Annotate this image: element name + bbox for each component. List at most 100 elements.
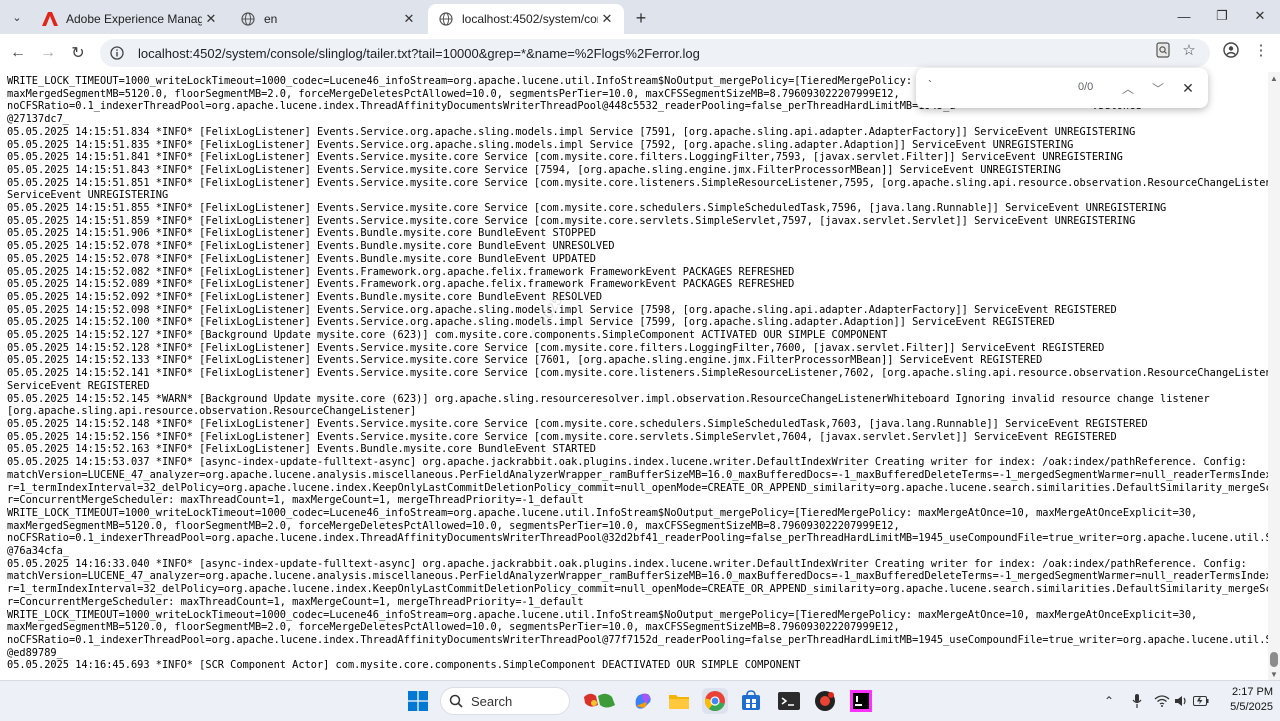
- log-line: 05.05.2025 14:15:52.163 *INFO* [FelixLog…: [7, 443, 596, 456]
- find-next-icon[interactable]: ﹀: [1148, 78, 1168, 98]
- volume-icon[interactable]: [1172, 691, 1190, 711]
- restore-button[interactable]: ❐: [1210, 6, 1234, 26]
- restore-icon: ❐: [1216, 8, 1228, 23]
- minimize-icon: —: [1177, 8, 1191, 24]
- chrome-icon[interactable]: [702, 688, 728, 714]
- log-line: r=ConcurrentMergeScheduler: maxThreadCou…: [7, 595, 584, 608]
- log-line: 05.05.2025 14:15:51.843 *INFO* [FelixLog…: [7, 163, 1061, 176]
- tab-strip: ⌄ Adobe Experience Manager We ✕ en ✕ loc…: [0, 0, 1280, 34]
- scrollbar-thumb[interactable]: [1270, 652, 1278, 667]
- tab-title: en: [264, 12, 278, 26]
- log-line: 05.05.2025 14:15:52.098 *INFO* [FelixLog…: [7, 303, 1117, 316]
- vertical-scrollbar[interactable]: ▲ ▼: [1268, 72, 1280, 680]
- log-line: 05.05.2025 14:15:51.855 *INFO* [FelixLog…: [7, 202, 1167, 215]
- chevron-up-icon[interactable]: ⌃: [1100, 691, 1118, 711]
- find-bar: ` 0/0 ︿ ﹀ ✕: [916, 68, 1208, 108]
- log-line: WRITE_LOCK_TIMEOUT=1000_writeLockTimeout…: [7, 608, 1198, 621]
- find-close-icon[interactable]: ✕: [1178, 78, 1198, 98]
- taskbar-search[interactable]: Search: [440, 687, 570, 715]
- forward-button[interactable]: →: [36, 41, 60, 65]
- profile-icon[interactable]: [1220, 39, 1242, 61]
- new-tab-button[interactable]: +: [630, 7, 652, 29]
- find-input[interactable]: `: [928, 78, 1068, 98]
- chrome-alt-icon[interactable]: [812, 688, 838, 714]
- reload-icon: ↻: [71, 45, 85, 62]
- scroll-down-icon[interactable]: ▼: [1268, 668, 1280, 680]
- log-line: r=1_termIndexInterval=32_delPolicy=org.a…: [7, 583, 1268, 596]
- intellij-icon[interactable]: [848, 688, 874, 714]
- log-line: 05.05.2025 14:15:51.859 *INFO* [FelixLog…: [7, 214, 1136, 227]
- tab-console[interactable]: localhost:4502/system/console/ ✕: [428, 4, 624, 34]
- store-icon[interactable]: [738, 688, 764, 714]
- terminal-icon[interactable]: [776, 688, 802, 714]
- close-tab-icon[interactable]: ✕: [202, 10, 220, 28]
- log-line: 05.05.2025 14:15:53.037 *INFO* [async-in…: [7, 456, 1247, 469]
- tab-aem[interactable]: Adobe Experience Manager We ✕: [32, 4, 228, 34]
- log-line: matchVersion=LUCENE_47_analyzer=org.apac…: [7, 570, 1268, 583]
- log-line: 05.05.2025 14:15:51.841 *INFO* [FelixLog…: [7, 151, 1123, 164]
- adobe-icon: [42, 11, 58, 27]
- microphone-icon[interactable]: [1128, 691, 1146, 711]
- log-line: maxMergedSegmentMB=5120.0, floorSegmentM…: [7, 621, 900, 634]
- find-in-page-icon[interactable]: [1152, 39, 1174, 61]
- tab-search-button[interactable]: ⌄: [6, 6, 28, 28]
- log-text: WRITE_LOCK_TIMEOUT=1000_writeLockTimeout…: [7, 75, 1268, 672]
- address-url[interactable]: localhost:4502/system/console/slinglog/t…: [138, 46, 700, 61]
- close-tab-icon[interactable]: ✕: [598, 10, 616, 28]
- log-line: 05.05.2025 14:15:51.834 *INFO* [FelixLog…: [7, 125, 1136, 138]
- log-line: 05.05.2025 14:15:51.906 *INFO* [FelixLog…: [7, 227, 596, 240]
- log-line: matchVersion=LUCENE_47_analyzer=org.apac…: [7, 468, 1268, 481]
- log-line: ServiceEvent UNREGISTERING: [7, 189, 169, 202]
- find-match-count: 0/0: [1078, 81, 1094, 93]
- log-line: 05.05.2025 14:15:52.148 *INFO* [FelixLog…: [7, 417, 1148, 430]
- log-line: @ed89789_: [7, 646, 63, 659]
- log-line: noCFSRatio=0.1_indexerThreadPool=org.apa…: [7, 532, 1268, 545]
- bookmark-star-icon[interactable]: ☆: [1178, 39, 1200, 61]
- tab-title: localhost:4502/system/console/: [462, 12, 598, 26]
- log-line: 05.05.2025 14:15:52.141 *INFO* [FelixLog…: [7, 367, 1268, 380]
- copilot-icon[interactable]: [630, 688, 656, 714]
- file-explorer-icon[interactable]: [666, 688, 692, 714]
- scroll-up-icon[interactable]: ▲: [1268, 72, 1280, 84]
- more-menu-icon[interactable]: ⋮: [1250, 39, 1272, 61]
- log-line: 05.05.2025 14:15:52.089 *INFO* [FelixLog…: [7, 278, 795, 291]
- log-line: 05.05.2025 14:15:52.078 *INFO* [FelixLog…: [7, 252, 596, 265]
- log-line: 05.05.2025 14:15:52.100 *INFO* [FelixLog…: [7, 316, 1055, 329]
- close-icon: ✕: [1254, 8, 1266, 23]
- log-line: @76a34cfa_: [7, 545, 69, 558]
- find-previous-icon[interactable]: ︿: [1118, 78, 1138, 98]
- log-line: r=ConcurrentMergeScheduler: maxThreadCou…: [7, 494, 584, 507]
- clock-time: 2:17 PM: [1232, 686, 1273, 698]
- log-line: ServiceEvent REGISTERED: [7, 379, 150, 392]
- battery-icon[interactable]: [1192, 691, 1210, 711]
- globe-icon: [240, 11, 256, 27]
- tab-title: Adobe Experience Manager We: [66, 12, 202, 26]
- log-line: maxMergedSegmentMB=5120.0, floorSegmentM…: [7, 519, 900, 532]
- search-icon: [449, 694, 463, 708]
- log-line: 05.05.2025 14:15:52.127 *INFO* [Backgrou…: [7, 329, 888, 342]
- log-line: 05.05.2025 14:15:52.082 *INFO* [FelixLog…: [7, 265, 795, 278]
- log-line: 05.05.2025 14:15:52.128 *INFO* [FelixLog…: [7, 341, 1105, 354]
- windows-start-icon[interactable]: [405, 688, 431, 714]
- log-line: 05.05.2025 14:16:33.040 *INFO* [async-in…: [7, 557, 1247, 570]
- close-window-button[interactable]: ✕: [1248, 6, 1272, 26]
- log-line: [org.apache.sling.api.resource.observati…: [7, 405, 417, 418]
- address-bar[interactable]: localhost:4502/system/console/slinglog/t…: [100, 39, 1210, 67]
- tab-en[interactable]: en ✕: [230, 4, 426, 34]
- log-viewer: WRITE_LOCK_TIMEOUT=1000_writeLockTimeout…: [0, 72, 1268, 680]
- minimize-button[interactable]: —: [1172, 6, 1196, 26]
- taskbar: Search ⌃ 2:17 PM 5/5/2025: [0, 680, 1280, 721]
- log-line: 05.05.2025 14:16:45.693 *INFO* [SCR Comp…: [7, 659, 801, 672]
- log-line: 05.05.2025 14:15:52.133 *INFO* [FelixLog…: [7, 354, 1043, 367]
- close-tab-icon[interactable]: ✕: [400, 10, 418, 28]
- wifi-icon[interactable]: [1153, 691, 1171, 711]
- clock[interactable]: 2:17 PM 5/5/2025: [1215, 685, 1273, 715]
- log-line: 05.05.2025 14:15:51.851 *INFO* [FelixLog…: [7, 176, 1268, 189]
- reload-button[interactable]: ↻: [66, 41, 90, 65]
- log-line: WRITE_LOCK_TIMEOUT=1000_writeLockTimeout…: [7, 506, 1198, 519]
- back-button[interactable]: ←: [6, 41, 30, 65]
- widgets-icon[interactable]: [580, 688, 620, 714]
- log-line: 05.05.2025 14:15:52.092 *INFO* [FelixLog…: [7, 290, 603, 303]
- arrow-left-icon: ←: [10, 44, 26, 61]
- site-info-icon[interactable]: [108, 44, 126, 62]
